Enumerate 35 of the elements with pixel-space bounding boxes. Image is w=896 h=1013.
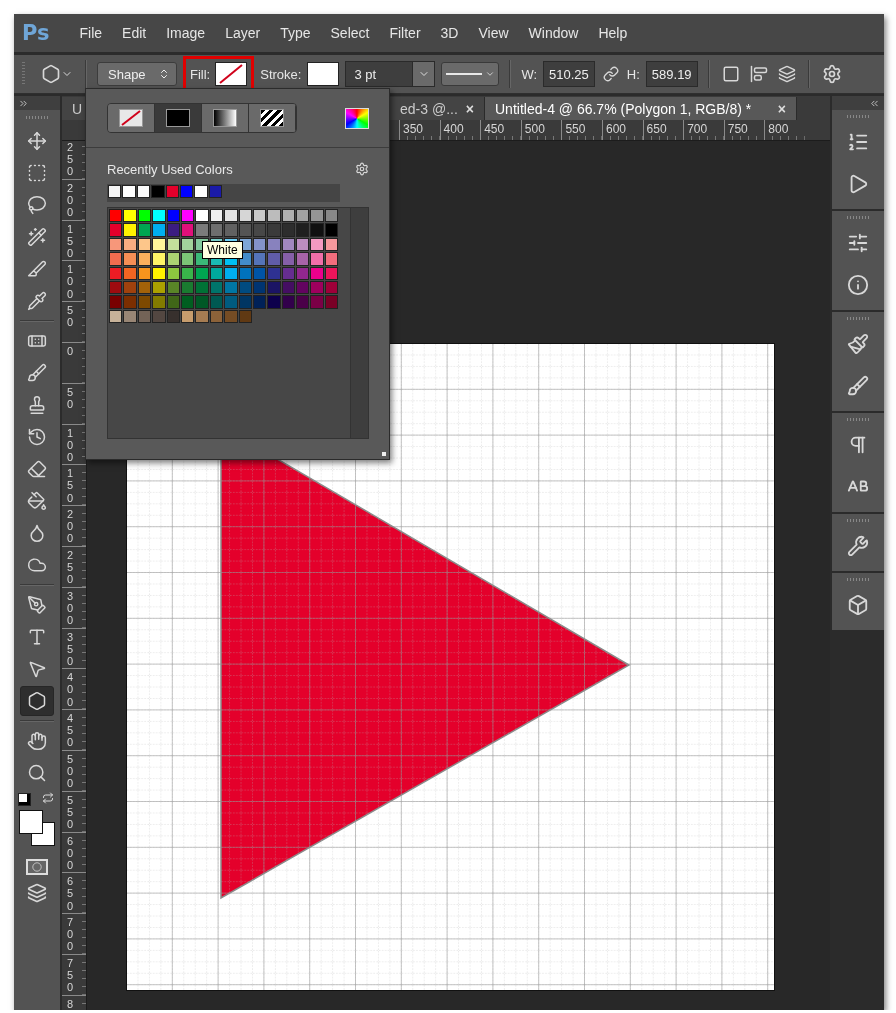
ruler-label: 100 [67,426,75,463]
recent-colors-title: Recently Used Colors [107,161,233,177]
ruler-label: 800 [764,120,805,140]
ruler-label: 450 [67,712,75,749]
ruler-label: 0 [67,345,75,358]
ruler-label: 700 [67,916,75,953]
ruler-label: 250 [67,548,75,586]
height-label: H: [626,66,640,82]
ruler-label: 550 [67,793,75,831]
ruler-label: 550 [561,120,602,140]
ruler-label: 150 [67,467,75,504]
ruler-label: 750 [67,956,75,994]
ruler-label: 200 [67,508,75,545]
app-logo: Ps [22,21,50,45]
ruler-label: 150 [67,222,75,259]
width-label: W: [521,66,538,82]
ruler-label: 450 [480,120,521,140]
ruler-label: 250 [67,141,75,178]
ruler-label: 600 [601,120,643,140]
fill-label: Fill: [190,66,211,82]
ruler-label: 500 [67,752,75,790]
ruler-label: 650 [67,875,75,912]
ruler-label: 50 [67,304,75,329]
ruler-label: 350 [67,630,75,667]
ruler-label: 600 [67,834,75,871]
ruler-label: 700 [683,120,724,140]
ruler-label: 8 [67,997,75,1010]
ruler-label: 350 [399,120,440,140]
ruler-label: 300 [67,589,75,627]
ruler-label: 200 [67,181,75,219]
stroke-label: Stroke: [260,66,302,82]
tooltip: White [202,241,243,259]
ruler-label: 400 [67,671,75,708]
ruler-label: 50 [67,385,75,410]
ruler-label: 100 [67,263,75,300]
